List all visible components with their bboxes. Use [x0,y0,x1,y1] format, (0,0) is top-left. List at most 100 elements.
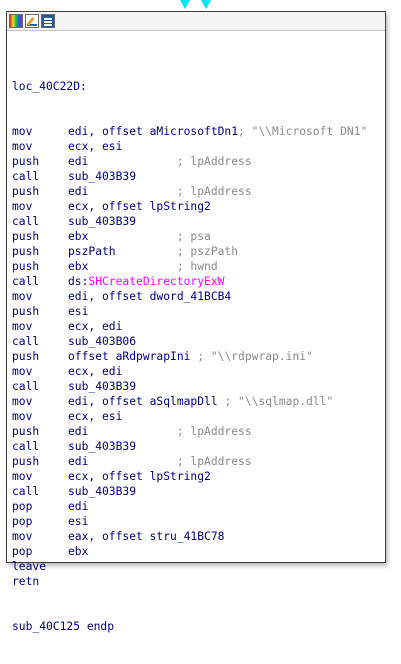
instruction-line[interactable]: call sub_403B39 [12,439,385,454]
comment: ; lpAddress [176,455,252,468]
instruction-line[interactable]: mov ecx, esi [12,409,385,424]
instruction-line[interactable]: retn [12,574,385,589]
imported-function[interactable]: SHCreateDirectoryExW [88,274,224,289]
mnemonic: pop [12,545,33,558]
instruction-line[interactable]: pop ebx [12,544,385,559]
mnemonic: call [12,170,40,183]
mnemonic: push [12,425,40,438]
operands: edi, offset aSqlmapDll [68,395,225,408]
instruction-line[interactable]: push esi [12,304,385,319]
graph-node-block[interactable]: loc_40C22D: mov edi, offset aMicrosoftDn1… [6,11,386,633]
comment: ; psa [176,230,211,243]
operands: ecx, offset lpString2 [68,200,211,213]
mnemonic: mov [12,395,33,408]
operands: edi, offset dword_41BCB4 [68,290,232,303]
instruction-line[interactable]: push ebx ; hwnd [12,259,385,274]
mnemonic: mov [12,320,33,333]
comment: ; "\\Microsoft DN1" [238,125,368,138]
function-end[interactable]: sub_40C125 endp [12,619,385,634]
instruction-line[interactable]: call ds: SHCreateDirectoryExW [12,274,385,289]
comment: ; lpAddress [176,155,252,168]
instruction-line[interactable]: call sub_403B39 [12,169,385,184]
instruction-line[interactable]: push edi ; lpAddress [12,424,385,439]
comment: ; "\\rdpwrap.ini" [197,350,313,363]
mnemonic: mov [12,125,33,138]
operands: sub_403B39 [68,485,137,498]
comment: ; hwnd [176,260,218,273]
mnemonic: push [12,245,40,258]
comment: ; lpAddress [176,425,252,438]
operands: edi [68,185,177,198]
mnemonic: push [12,155,40,168]
mnemonic: mov [12,365,33,378]
operands: ecx, esi [68,140,123,153]
instruction-line[interactable]: call sub_403B06 [12,334,385,349]
instruction-line[interactable]: push ebx ; psa [12,229,385,244]
mnemonic: mov [12,290,33,303]
operands: ecx, offset lpString2 [68,470,211,483]
mnemonic: push [12,260,40,273]
mnemonic: call [12,380,40,393]
instruction-line[interactable]: push edi ; lpAddress [12,454,385,469]
mnemonic: mov [12,140,33,153]
operands: ecx, edi [68,320,123,333]
operands: offset aRdpwrapIni [68,350,198,363]
operands: sub_403B39 [68,380,137,393]
mnemonic: push [12,230,40,243]
instruction-line[interactable]: call sub_403B39 [12,379,385,394]
mnemonic: push [12,185,40,198]
instruction-line[interactable]: call sub_403B39 [12,214,385,229]
operands: pszPath [68,245,177,258]
mnemonic: mov [12,410,33,423]
graph-overview-icon[interactable] [41,14,55,28]
incoming-edge-arrow-right [201,0,211,9]
operands: edi [68,500,89,513]
disassembly-listing: loc_40C22D: mov edi, offset aMicrosoftDn1… [7,31,385,664]
operands: edi [68,155,177,168]
instruction-line[interactable]: push offset aRdpwrapIni ; "\\rdpwrap.ini" [12,349,385,364]
operands: edi [68,455,177,468]
operands: sub_403B06 [68,335,137,348]
code-label[interactable]: loc_40C22D: [12,79,385,94]
instruction-line[interactable]: push pszPath ; pszPath [12,244,385,259]
instruction-line[interactable]: mov eax, offset stru_41BC78 [12,529,385,544]
instruction-line[interactable]: push edi ; lpAddress [12,184,385,199]
instruction-line[interactable]: mov ecx, esi [12,139,385,154]
operands: esi [68,515,89,528]
instruction-line[interactable]: pop edi [12,499,385,514]
instruction-line[interactable]: leave [12,559,385,574]
operands: edi, offset aMicrosoftDn1 [68,125,239,138]
comment: ; lpAddress [176,185,252,198]
mnemonic: mov [12,530,33,543]
instruction-line[interactable]: mov edi, offset dword_41BCB4 [12,289,385,304]
operands: sub_403B39 [68,170,137,183]
instruction-line[interactable]: mov ecx, offset lpString2 [12,199,385,214]
mnemonic: push [12,455,40,468]
edit-icon[interactable] [25,14,39,28]
mnemonic: mov [12,200,33,213]
mnemonic: push [12,350,40,363]
instruction-line[interactable]: mov edi, offset aMicrosoftDn1; "\\Microso… [12,124,385,139]
instruction-line[interactable]: mov edi, offset aSqlmapDll ; "\\sqlmap.dl… [12,394,385,409]
instruction-line[interactable]: pop esi [12,514,385,529]
operands: sub_403B39 [68,215,137,228]
instruction-line[interactable]: mov ecx, offset lpString2 [12,469,385,484]
operands: sub_403B39 [68,440,137,453]
instruction-line[interactable]: mov ecx, edi [12,364,385,379]
instruction-line[interactable]: call sub_403B39 [12,484,385,499]
comment: ; "\\sqlmap.dll" [224,395,334,408]
mnemonic: call [12,485,40,498]
operands: ebx [68,230,177,243]
mnemonic: call [12,335,40,348]
mnemonic: push [12,305,40,318]
instruction-line[interactable]: push edi ; lpAddress [12,154,385,169]
instruction-line[interactable]: mov ecx, edi [12,319,385,334]
mnemonic: pop [12,515,33,528]
operands: eax, offset stru_41BC78 [68,530,225,543]
mnemonic: retn [12,575,40,588]
operands: ecx, edi [68,365,123,378]
operands: edi [68,425,177,438]
color-palette-icon[interactable] [9,14,23,28]
mnemonic: call [12,215,40,228]
operands: esi [68,305,89,318]
